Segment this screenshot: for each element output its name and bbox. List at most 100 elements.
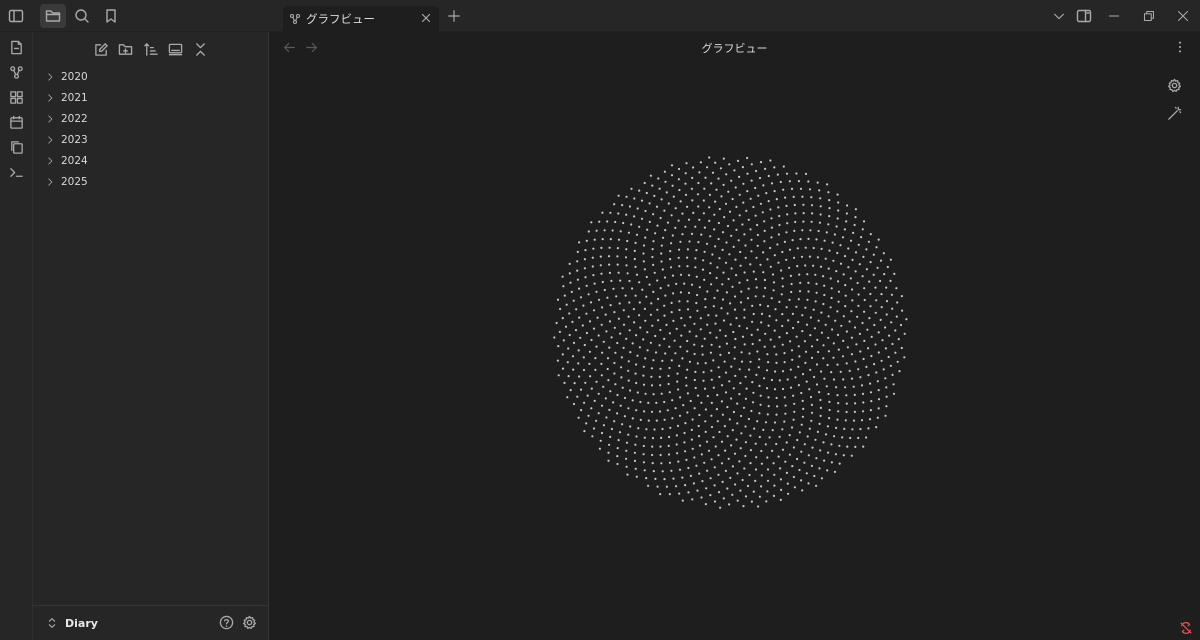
graph-node[interactable] <box>804 172 808 175</box>
graph-node[interactable] <box>781 343 784 346</box>
graph-node[interactable] <box>668 435 671 439</box>
graph-node[interactable] <box>801 415 805 418</box>
graph-node[interactable] <box>859 428 862 431</box>
graph-node[interactable] <box>810 464 814 467</box>
graph-node[interactable] <box>764 286 767 290</box>
graph-node[interactable] <box>782 188 785 191</box>
graph-node[interactable] <box>707 314 710 317</box>
graph-node[interactable] <box>781 313 784 316</box>
graph-node[interactable] <box>668 345 671 348</box>
graph-node[interactable] <box>691 447 694 450</box>
vault-switcher[interactable]: Diary <box>33 605 269 640</box>
graph-node[interactable] <box>746 190 749 193</box>
graph-node[interactable] <box>804 361 807 364</box>
graph-node[interactable] <box>801 373 805 376</box>
graph-node[interactable] <box>766 456 769 459</box>
graph-node[interactable] <box>627 315 630 318</box>
graph-node[interactable] <box>617 212 620 215</box>
graph-node[interactable] <box>642 338 645 341</box>
graph-node[interactable] <box>587 414 590 417</box>
graph-node[interactable] <box>571 320 574 323</box>
graph-node[interactable] <box>663 304 666 307</box>
graph-node[interactable] <box>626 272 629 275</box>
graph-node[interactable] <box>810 204 814 207</box>
graph-node[interactable] <box>766 258 769 261</box>
graph-node[interactable] <box>720 440 724 443</box>
graph-node[interactable] <box>819 449 822 452</box>
graph-node[interactable] <box>668 332 671 335</box>
graph-node[interactable] <box>827 350 831 353</box>
graph-node[interactable] <box>601 280 604 284</box>
graph-node[interactable] <box>676 424 680 427</box>
graph-node[interactable] <box>610 336 613 339</box>
graph-node[interactable] <box>679 200 682 203</box>
graph-node[interactable] <box>781 428 784 431</box>
graph-node[interactable] <box>829 306 832 309</box>
graph-node[interactable] <box>708 156 711 159</box>
graph-node[interactable] <box>757 366 760 369</box>
graph-node[interactable] <box>728 503 731 506</box>
graph-node[interactable] <box>592 327 596 330</box>
graph-node[interactable] <box>635 363 638 366</box>
graph-node[interactable] <box>754 442 757 445</box>
graph-node[interactable] <box>712 305 715 308</box>
graph-node[interactable] <box>786 482 789 485</box>
graph-node[interactable] <box>663 400 666 404</box>
graph-node[interactable] <box>623 415 626 418</box>
graph-node[interactable] <box>786 378 789 381</box>
graph-node[interactable] <box>879 279 882 283</box>
graph-node[interactable] <box>795 335 798 338</box>
graph-node[interactable] <box>810 419 813 422</box>
graph-node[interactable] <box>567 375 570 378</box>
graph-node[interactable] <box>657 177 660 180</box>
graph-node[interactable] <box>793 203 796 207</box>
graph-node[interactable] <box>633 257 636 261</box>
graph-node[interactable] <box>746 156 749 160</box>
graph-node[interactable] <box>832 342 835 345</box>
graph-node[interactable] <box>823 293 826 297</box>
graph-node[interactable] <box>808 388 811 391</box>
graph-node[interactable] <box>659 453 662 457</box>
graph-node[interactable] <box>576 395 579 398</box>
graph-node[interactable] <box>792 326 795 330</box>
graph-node[interactable] <box>684 225 687 228</box>
templates-button[interactable] <box>6 137 26 157</box>
graph-node[interactable] <box>734 337 737 341</box>
graph-node[interactable] <box>605 330 608 333</box>
graph-node[interactable] <box>578 287 581 290</box>
graph-node[interactable] <box>868 418 872 421</box>
graph-node[interactable] <box>613 203 616 206</box>
graph-node[interactable] <box>755 169 758 173</box>
graph-node[interactable] <box>686 205 689 208</box>
graph-node[interactable] <box>781 387 785 391</box>
graph-node[interactable] <box>651 445 654 448</box>
graph-node[interactable] <box>750 333 753 336</box>
graph-node[interactable] <box>793 256 796 259</box>
graph-node[interactable] <box>718 375 721 379</box>
graph-node[interactable] <box>752 270 755 273</box>
settings-button[interactable] <box>242 615 257 630</box>
graph-node[interactable] <box>588 362 591 365</box>
graph-node[interactable] <box>686 411 689 414</box>
graph-node[interactable] <box>845 330 849 333</box>
graph-node[interactable] <box>884 347 888 350</box>
graph-node[interactable] <box>677 256 680 259</box>
graph-node[interactable] <box>752 312 755 316</box>
graph-node[interactable] <box>848 369 851 372</box>
graph-node[interactable] <box>818 189 821 192</box>
graph-node[interactable] <box>728 253 731 256</box>
graph-node[interactable] <box>599 439 602 442</box>
graph-node[interactable] <box>880 359 883 362</box>
graph-node[interactable] <box>750 500 753 503</box>
graph-node[interactable] <box>778 214 781 218</box>
graph-node[interactable] <box>835 225 838 228</box>
graph-node[interactable] <box>606 367 609 371</box>
graph-node[interactable] <box>652 393 655 396</box>
graph-node[interactable] <box>746 172 749 175</box>
graph-node[interactable] <box>869 261 872 264</box>
graph-node[interactable] <box>588 350 591 353</box>
graph-node[interactable] <box>566 396 569 399</box>
graph-node[interactable] <box>649 341 652 344</box>
graph-node[interactable] <box>594 357 597 360</box>
graph-node[interactable] <box>736 159 740 162</box>
